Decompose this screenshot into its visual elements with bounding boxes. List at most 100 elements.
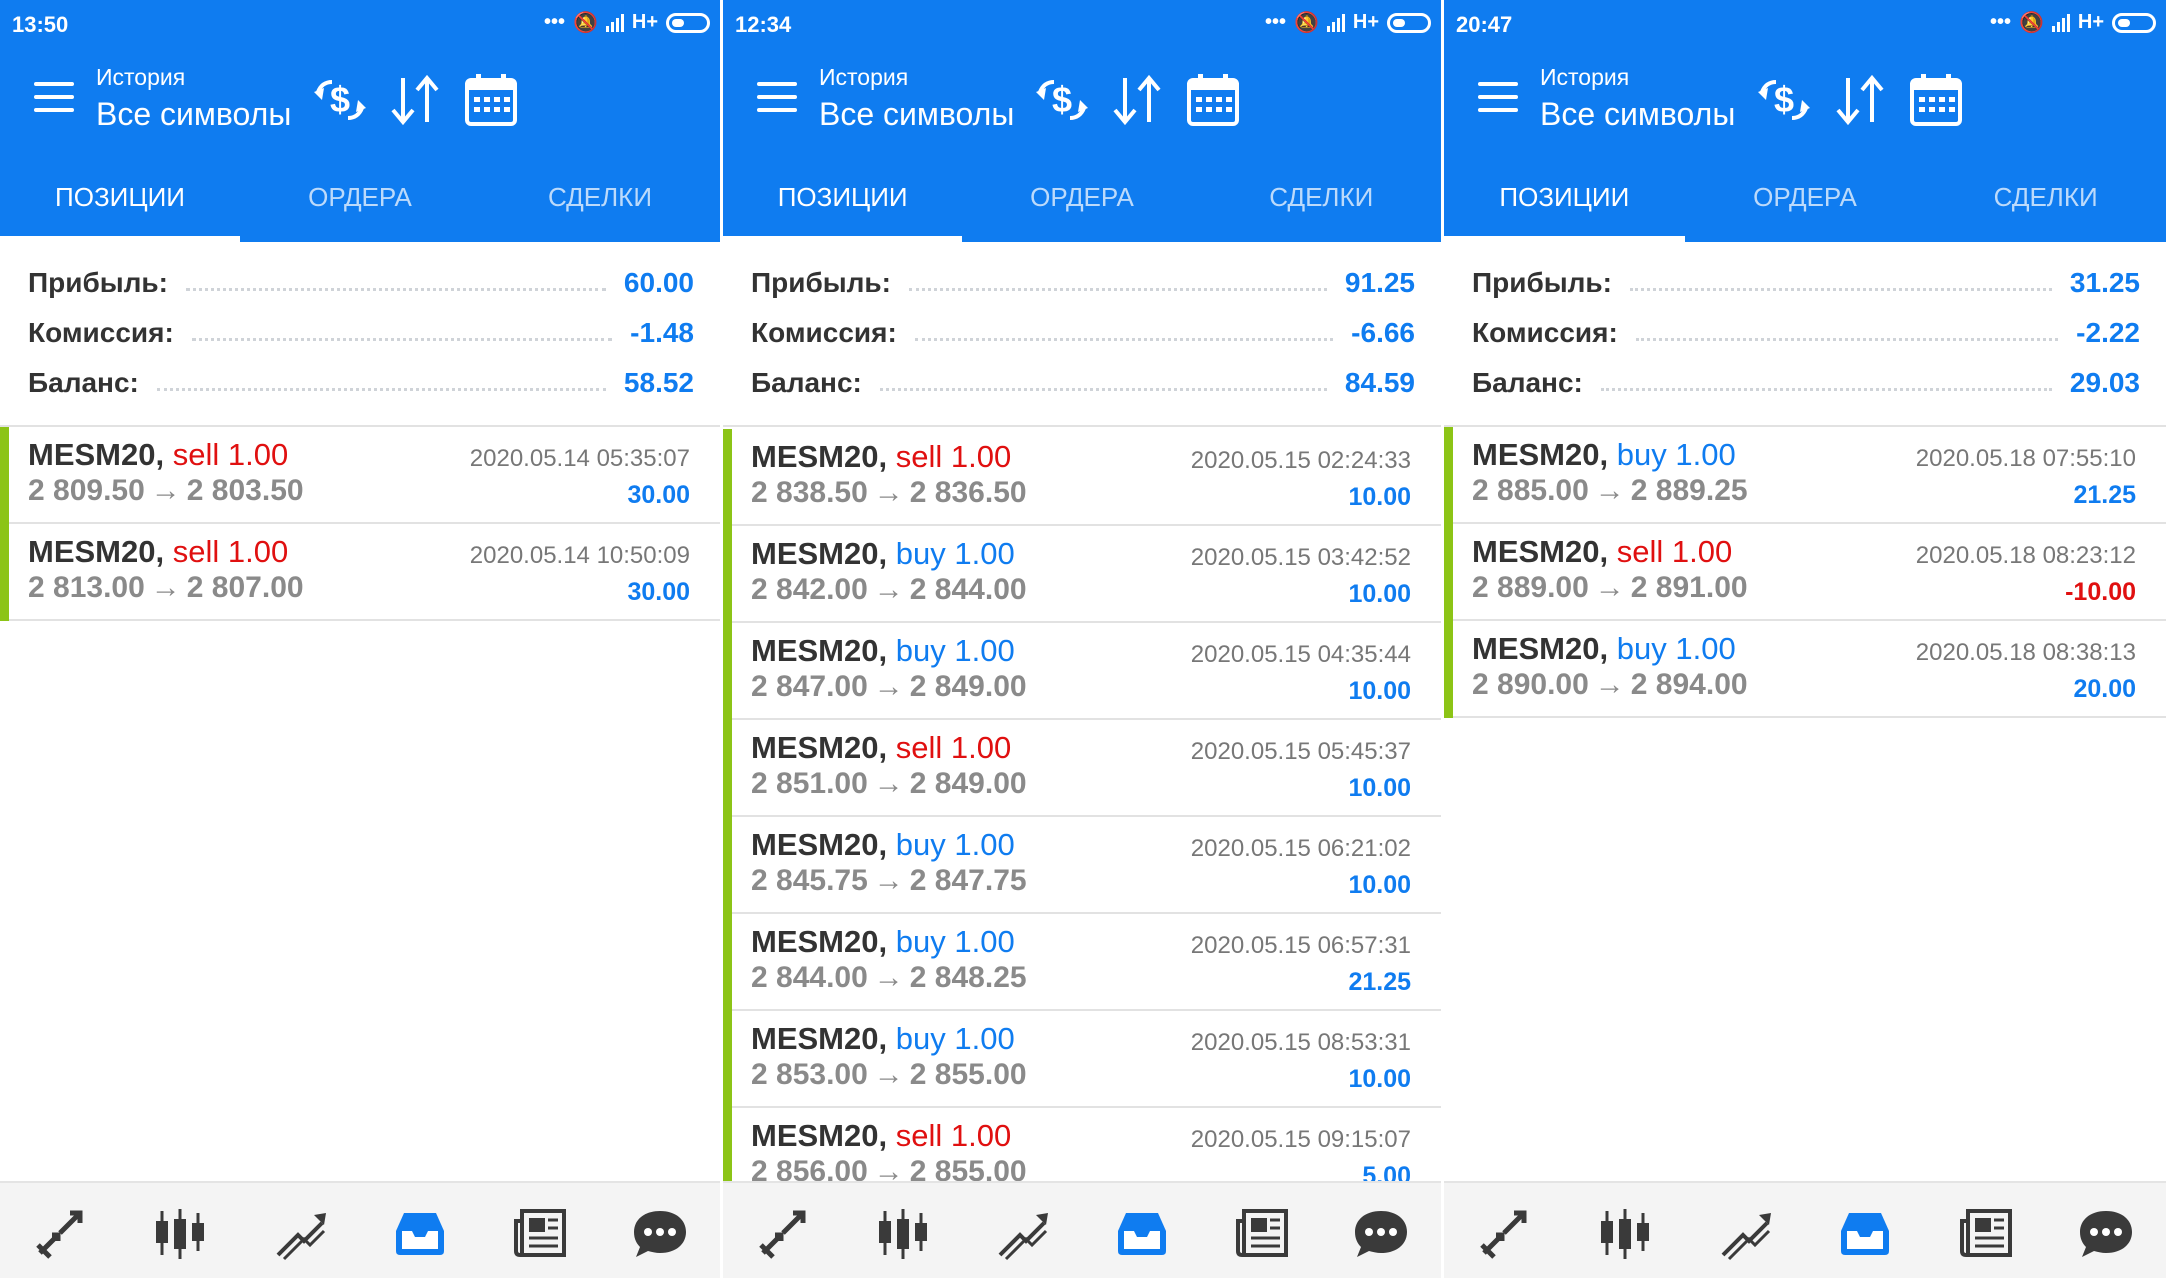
close-price: 2 894.00 xyxy=(1630,668,1748,701)
open-price: 2 885.00 xyxy=(1472,474,1589,507)
list-item[interactable]: MESM20, sell 1.00 2 851.00 → 2 849.00 2020.0… xyxy=(723,720,1441,817)
tab-positions[interactable]: ПОЗИЦИИ xyxy=(723,162,963,242)
summary-row-balance: Баланс: 84.59 xyxy=(723,358,1441,408)
tab-deals[interactable]: СДЕЛКИ xyxy=(480,162,720,242)
open-price: 2 890.00 xyxy=(1472,668,1589,701)
list-item[interactable]: MESM20, sell 1.00 2 813.00 → 2 807.00 2020.0… xyxy=(0,524,720,621)
position-color-bar xyxy=(723,623,732,720)
chart-icon[interactable] xyxy=(873,1205,933,1261)
currency-exchange-icon[interactable]: $ xyxy=(1032,70,1092,130)
close-price: 2 844.00 xyxy=(909,573,1027,606)
currency-exchange-icon[interactable]: $ xyxy=(310,70,370,130)
phone-screen-1: 13:50 ••• 🔕 H+ История Все символы $ ПОЗИЦИИ ОРД… xyxy=(0,0,720,1278)
positions-list: MESM20, sell 1.00 2 838.50 → 2 836.50 2020.0… xyxy=(723,429,1441,1205)
trade-icon[interactable] xyxy=(270,1205,330,1261)
summary-row-balance: Баланс: 29.03 xyxy=(1444,358,2166,408)
news-icon[interactable] xyxy=(510,1205,570,1261)
symbol-filter[interactable]: Все символы xyxy=(1540,92,1735,136)
position-profit: 10.00 xyxy=(1348,580,1411,608)
symbol-filter[interactable]: Все символы xyxy=(96,92,291,136)
list-item[interactable]: MESM20, buy 1.00 2 890.00 → 2 894.00 2020.05… xyxy=(1444,621,2166,718)
position-profit: 10.00 xyxy=(1348,871,1411,899)
position-symbol: MESM20, xyxy=(751,730,888,765)
position-title: MESM20, buy 1.00 xyxy=(751,924,1015,960)
list-item[interactable]: MESM20, buy 1.00 2 885.00 → 2 889.25 2020.05… xyxy=(1444,427,2166,524)
position-time: 2020.05.15 05:45:37 xyxy=(1190,738,1411,765)
position-time: 2020.05.15 02:24:33 xyxy=(1190,447,1411,474)
arrow-right-icon: → xyxy=(873,670,904,703)
chat-icon[interactable] xyxy=(2076,1205,2136,1261)
position-volume: 1.00 xyxy=(950,730,1012,765)
calendar-icon[interactable] xyxy=(1906,70,1966,130)
history-icon[interactable] xyxy=(1835,1205,1895,1261)
mute-icon: 🔕 xyxy=(1293,12,1319,34)
menu-icon[interactable] xyxy=(757,82,797,116)
chat-icon[interactable] xyxy=(1351,1205,1411,1261)
sort-icon[interactable] xyxy=(385,70,445,130)
position-time: 2020.05.18 08:23:12 xyxy=(1915,542,2136,569)
list-item[interactable]: MESM20, buy 1.00 2 845.75 → 2 847.75 2020.05… xyxy=(723,817,1441,914)
list-item[interactable]: MESM20, buy 1.00 2 844.00 → 2 848.25 2020.05… xyxy=(723,914,1441,1011)
tab-deals[interactable]: СДЕЛКИ xyxy=(1925,162,2166,242)
history-icon[interactable] xyxy=(1112,1205,1172,1261)
chart-icon[interactable] xyxy=(1595,1205,1655,1261)
status-bar: 12:34 ••• 🔕 H+ xyxy=(723,0,1441,52)
open-price: 2 847.00 xyxy=(751,670,868,703)
signal-icon xyxy=(2051,13,2070,32)
tab-orders[interactable]: ОРДЕРА xyxy=(962,162,1201,242)
summary-label: Прибыль: xyxy=(28,267,168,298)
calendar-icon[interactable] xyxy=(1183,70,1243,130)
chat-icon[interactable] xyxy=(630,1205,690,1261)
sort-icon[interactable] xyxy=(1107,70,1167,130)
list-item[interactable]: MESM20, buy 1.00 2 853.00 → 2 855.00 2020.05… xyxy=(723,1011,1441,1108)
list-item[interactable]: MESM20, buy 1.00 2 847.00 → 2 849.00 2020.05… xyxy=(723,623,1441,720)
news-icon[interactable] xyxy=(1956,1205,2016,1261)
arrow-right-icon: → xyxy=(873,961,904,994)
quotes-icon[interactable] xyxy=(753,1205,813,1261)
history-icon[interactable] xyxy=(390,1205,450,1261)
position-side: buy xyxy=(895,633,946,668)
position-profit: 21.25 xyxy=(1348,968,1411,996)
tab-positions[interactable]: ПОЗИЦИИ xyxy=(1444,162,1685,242)
trade-icon[interactable] xyxy=(1715,1205,1775,1261)
currency-exchange-icon[interactable]: $ xyxy=(1754,70,1814,130)
position-title: MESM20, sell 1.00 xyxy=(751,1118,1011,1154)
position-symbol: MESM20, xyxy=(751,439,888,474)
menu-icon[interactable] xyxy=(1478,82,1518,116)
position-color-bar xyxy=(723,526,732,623)
tab-positions[interactable]: ПОЗИЦИИ xyxy=(0,162,240,242)
phone-screen-2: 12:34 ••• 🔕 H+ История Все символы $ ПОЗИЦИИ ОРД… xyxy=(723,0,1441,1278)
tab-orders[interactable]: ОРДЕРА xyxy=(240,162,480,242)
menu-icon[interactable] xyxy=(34,82,74,116)
chart-icon[interactable] xyxy=(150,1205,210,1261)
trade-icon[interactable] xyxy=(992,1205,1052,1261)
list-item[interactable]: MESM20, sell 1.00 2 809.50 → 2 803.50 2020.0… xyxy=(0,427,720,524)
list-item[interactable]: MESM20, sell 1.00 2 838.50 → 2 836.50 2020.0… xyxy=(723,429,1441,526)
quotes-icon[interactable] xyxy=(30,1205,90,1261)
close-price: 2 889.25 xyxy=(1630,474,1748,507)
quotes-icon[interactable] xyxy=(1474,1205,1534,1261)
position-title: MESM20, sell 1.00 xyxy=(751,439,1011,475)
close-price: 2 849.00 xyxy=(909,767,1027,800)
app-header: 13:50 ••• 🔕 H+ История Все символы $ ПОЗИЦИИ ОРД… xyxy=(0,0,720,242)
signal-icon xyxy=(605,13,624,32)
tab-orders[interactable]: ОРДЕРА xyxy=(1685,162,1926,242)
news-icon[interactable] xyxy=(1232,1205,1292,1261)
battery-icon xyxy=(1387,12,1431,33)
symbol-filter[interactable]: Все символы xyxy=(819,92,1014,136)
position-time: 2020.05.14 10:50:09 xyxy=(469,542,690,569)
tab-deals[interactable]: СДЕЛКИ xyxy=(1202,162,1441,242)
position-profit: 21.25 xyxy=(2073,481,2136,509)
list-item[interactable]: MESM20, sell 1.00 2 889.00 → 2 891.00 2020.0… xyxy=(1444,524,2166,621)
position-title: MESM20, buy 1.00 xyxy=(1472,631,1736,667)
position-symbol: MESM20, xyxy=(1472,534,1609,569)
sort-icon[interactable] xyxy=(1830,70,1890,130)
list-item[interactable]: MESM20, buy 1.00 2 842.00 → 2 844.00 2020.05… xyxy=(723,526,1441,623)
calendar-icon[interactable] xyxy=(461,70,521,130)
summary-value: 31.25 xyxy=(2069,267,2140,298)
status-time: 12:34 xyxy=(735,12,792,37)
bottom-navigation xyxy=(1444,1181,2166,1278)
summary-label: Комиссия: xyxy=(751,317,897,348)
position-prices: 2 889.00 → 2 891.00 xyxy=(1472,571,1748,605)
position-prices: 2 890.00 → 2 894.00 xyxy=(1472,668,1748,702)
